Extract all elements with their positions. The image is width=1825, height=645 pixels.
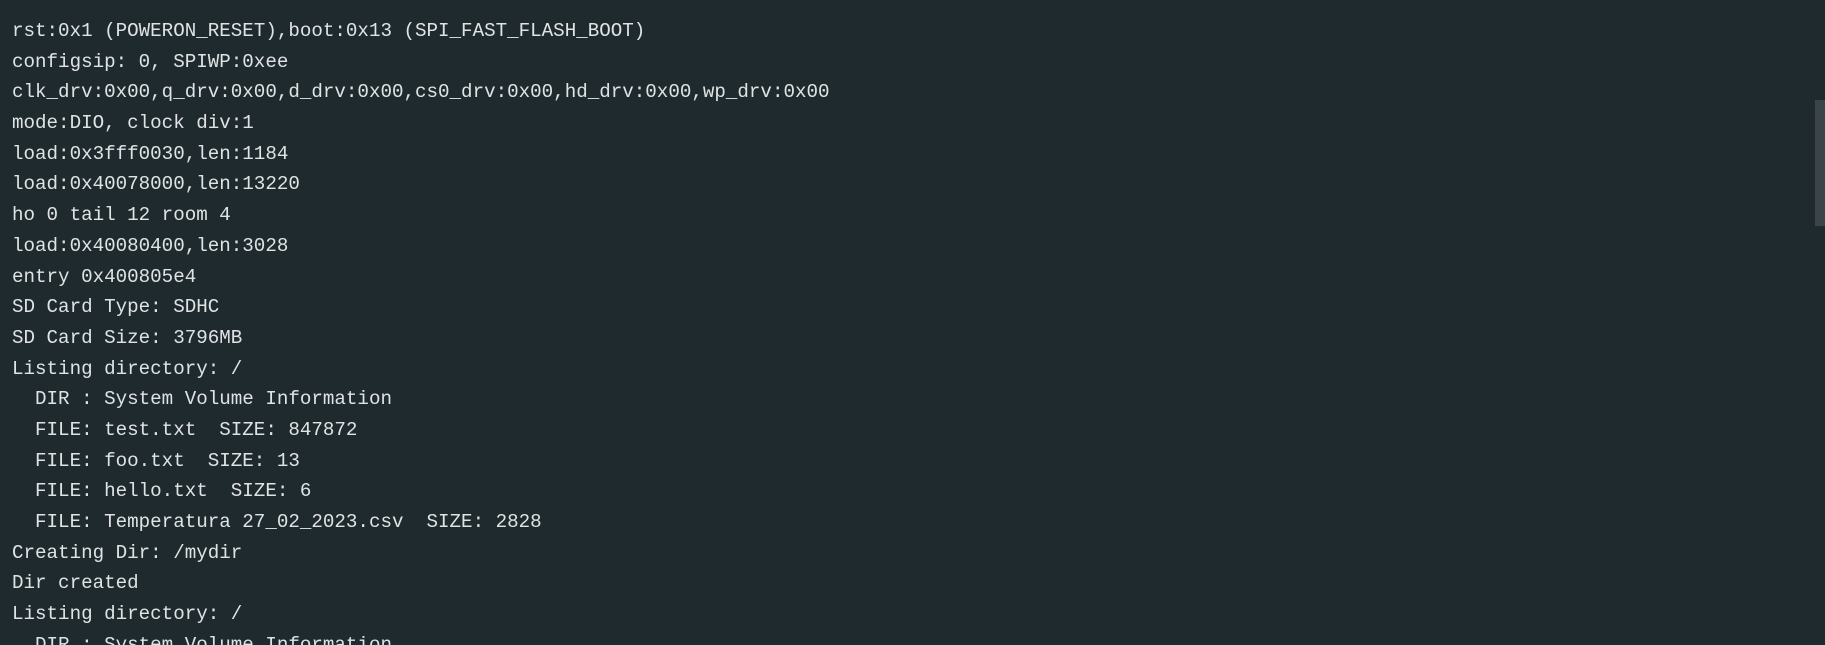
log-line: ho 0 tail 12 room 4 (12, 204, 231, 227)
log-line: entry 0x400805e4 (12, 265, 197, 288)
vertical-scrollbar[interactable] (1815, 0, 1825, 645)
log-line: FILE: Temperatura 27_02_2023.csv SIZE: 2… (12, 511, 542, 533)
log-line: configsip: 0, SPIWP:0xee (12, 50, 289, 73)
log-line: load:0x40080400,len:3028 (12, 234, 289, 257)
log-line: DIR : System Volume Information (12, 633, 392, 645)
serial-output-area[interactable]: rst:0x1 (POWERON_RESET),boot:0x13 (SPI_F… (0, 0, 1815, 645)
log-line: FILE: test.txt SIZE: 847872 (12, 418, 358, 441)
scrollbar-thumb[interactable] (1815, 100, 1825, 226)
log-line: Listing directory: / (12, 603, 243, 626)
log-line: Dir created (12, 572, 139, 595)
log-line: DIR : System Volume Information (12, 388, 392, 411)
log-line: SD Card Size: 3796MB (12, 326, 243, 349)
log-line: load:0x3fff0030,len:1184 (12, 142, 289, 165)
log-line: Listing directory: / (12, 357, 243, 380)
log-line: clk_drv:0x00,q_drv:0x00,d_drv:0x00,cs0_d… (12, 81, 830, 104)
log-line: FILE: foo.txt SIZE: 13 (12, 449, 300, 472)
log-line: FILE: hello.txt SIZE: 6 (12, 480, 312, 503)
log-line: SD Card Type: SDHC (12, 296, 220, 319)
log-line: load:0x40078000,len:13220 (12, 173, 300, 196)
log-line: rst:0x1 (POWERON_RESET),boot:0x13 (SPI_F… (12, 20, 646, 42)
log-line: mode:DIO, clock div:1 (12, 112, 254, 135)
serial-monitor-panel: rst:0x1 (POWERON_RESET),boot:0x13 (SPI_F… (0, 0, 1825, 645)
log-line: Creating Dir: /mydir (12, 541, 243, 564)
